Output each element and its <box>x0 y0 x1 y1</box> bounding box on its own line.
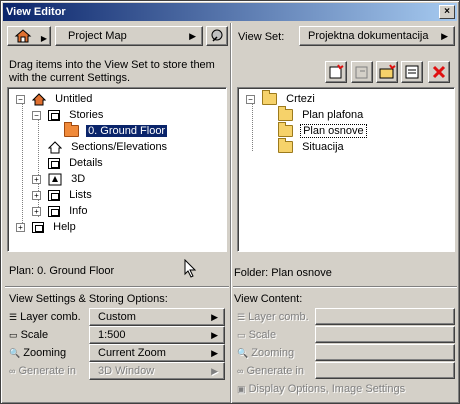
mouse-cursor-icon <box>184 259 197 278</box>
content-scale-label: ▭ Scale <box>237 329 277 341</box>
tree-item-stories[interactable]: − Stories <box>32 107 105 123</box>
zooming-select[interactable]: Current Zoom ▶ <box>89 344 225 362</box>
collapse-icon[interactable]: − <box>32 110 41 120</box>
display-options-label: ▣ Display Options, Image Settings <box>237 383 406 395</box>
view-editor-window: View Editor × ▶ Project Map ▶ Drag items… <box>0 0 460 404</box>
folder-icon <box>278 122 293 138</box>
expand-icon[interactable]: + <box>32 174 41 184</box>
project-map-tree[interactable]: − Untitled − Stories 0. Ground Floor Sec… <box>7 87 227 252</box>
tree-item-help[interactable]: + Help <box>16 219 78 235</box>
tree-item-crtezi[interactable]: − Crtezi <box>246 90 317 107</box>
tree-item-plan-plafona[interactable]: Plan plafona <box>278 106 365 123</box>
tree-item-sections[interactable]: Sections/Elevations <box>48 139 169 155</box>
collapse-icon[interactable]: − <box>16 94 25 104</box>
view-set-label: View Set: <box>238 31 285 43</box>
settings-icon <box>405 65 419 79</box>
tree-item-lists[interactable]: + Lists <box>32 187 94 203</box>
tree-item-ground-floor[interactable]: 0. Ground Floor <box>64 122 168 139</box>
drag-hint-text: Drag items into the View Set to store th… <box>9 59 215 84</box>
collapse-icon[interactable]: − <box>246 94 255 104</box>
info-icon <box>48 205 61 217</box>
folder-icon <box>278 106 293 122</box>
tree-item-plan-osnove[interactable]: Plan osnove <box>278 122 367 139</box>
chevron-right-icon: ▶ <box>211 330 218 340</box>
layers-icon: ☰ <box>9 312 18 322</box>
view-settings-title: View Settings & Storing Options: <box>9 293 168 305</box>
new-view-button[interactable] <box>325 61 347 83</box>
delete-icon <box>432 65 446 79</box>
new-folder-icon <box>379 64 396 79</box>
generate-in-select[interactable]: 3D Window ▶ <box>89 362 225 380</box>
tree-item-3d[interactable]: + 3D <box>32 171 87 187</box>
chevron-right-icon: ▶ <box>211 366 218 376</box>
right-status-text: Folder: Plan osnove <box>234 267 332 279</box>
scale-select[interactable]: 1:500 ▶ <box>89 326 225 344</box>
layer-comb-label: ☰ Layer comb. <box>9 311 81 323</box>
project-map-button[interactable]: Project Map ▶ <box>55 26 203 46</box>
view-set-tree[interactable]: − Crtezi Plan plafona Plan osnove Situac… <box>237 87 455 252</box>
tree-item-untitled[interactable]: − Untitled <box>16 91 94 107</box>
floor-plan-icon <box>64 122 79 138</box>
content-zooming-label: 🔍 Zooming <box>237 347 295 359</box>
layer-comb-select[interactable]: Custom ▶ <box>89 308 225 326</box>
scale-icon: ▭ <box>9 330 18 340</box>
folder-icon <box>278 138 293 154</box>
content-layer-comb-label: ☰ Layer comb. <box>237 311 309 323</box>
map-type-button[interactable]: ▶ <box>7 26 51 46</box>
dropdown-arrow-icon: ▶ <box>40 34 47 43</box>
window-title: View Editor <box>6 6 66 18</box>
cube-icon <box>48 173 62 186</box>
content-zooming-field <box>315 344 455 361</box>
settings-button[interactable] <box>401 61 423 83</box>
new-view-icon <box>329 64 344 79</box>
new-folder-button[interactable] <box>376 61 398 83</box>
chevron-right-icon: ▶ <box>211 312 218 322</box>
content-scale-field <box>315 326 455 343</box>
title-bar: View Editor × <box>3 3 457 21</box>
section-icon <box>48 140 62 154</box>
delete-button[interactable] <box>428 61 450 83</box>
project-map-label: Project Map <box>68 30 127 42</box>
expand-icon[interactable]: + <box>32 190 41 200</box>
zooming-label: 🔍 Zooming <box>9 347 67 359</box>
folder-icon <box>262 90 278 106</box>
house-icon <box>32 92 47 106</box>
expand-icon[interactable]: + <box>16 222 25 232</box>
display-options-icon: ▣ <box>237 384 246 394</box>
zoom-icon: 🔍 <box>237 348 249 358</box>
content-generate-in-label: ∞ Generate in <box>237 365 304 377</box>
chevron-right-icon: ▶ <box>211 348 218 358</box>
chevron-right-icon: ▶ <box>189 31 196 41</box>
generate-icon: ∞ <box>237 366 244 376</box>
pin-icon <box>211 29 223 42</box>
details-icon <box>48 157 60 169</box>
list-icon <box>48 189 61 201</box>
tree-item-situacija[interactable]: Situacija <box>278 138 346 155</box>
help-icon <box>32 221 45 233</box>
generate-in-label: ∞ Generate in <box>9 365 76 377</box>
tree-item-info[interactable]: + Info <box>32 203 89 219</box>
chevron-right-icon: ▶ <box>441 31 448 41</box>
zoom-icon: 🔍 <box>9 348 21 358</box>
close-button[interactable]: × <box>439 5 455 19</box>
stories-icon <box>48 109 61 121</box>
redefine-button[interactable] <box>351 61 373 83</box>
redefine-icon <box>355 66 368 79</box>
view-content-title: View Content: <box>234 293 303 305</box>
expand-icon[interactable]: + <box>32 206 41 216</box>
tree-item-details[interactable]: Details <box>48 155 105 171</box>
scale-label: ▭ Scale <box>9 329 49 341</box>
left-status-text: Plan: 0. Ground Floor <box>9 265 115 277</box>
pin-button[interactable] <box>206 26 228 46</box>
content-generate-in-field <box>315 362 455 379</box>
house-icon <box>14 29 32 43</box>
generate-icon: ∞ <box>9 366 16 376</box>
layers-icon: ☰ <box>237 312 246 322</box>
content-layer-comb-field <box>315 308 455 325</box>
view-set-select[interactable]: Projektna dokumentacija ▶ <box>299 26 455 46</box>
scale-icon: ▭ <box>237 330 246 340</box>
